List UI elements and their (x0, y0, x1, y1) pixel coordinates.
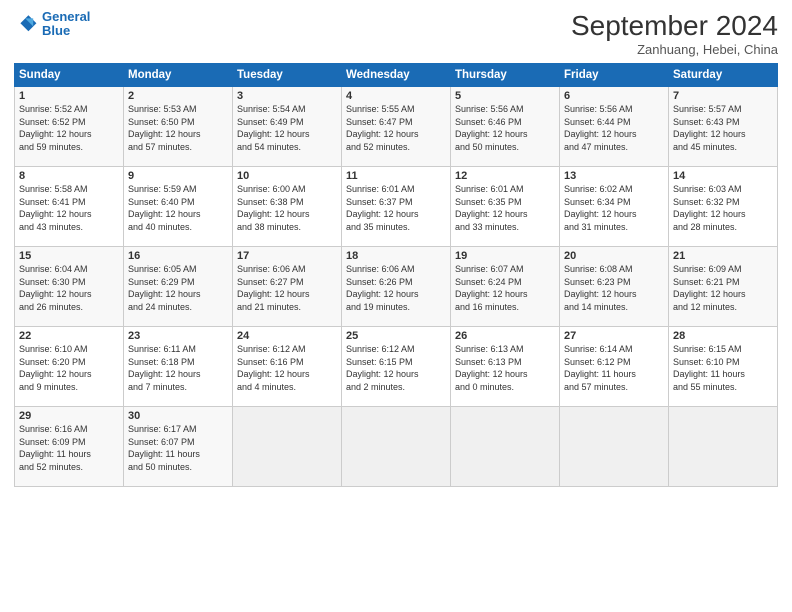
table-row: 9Sunrise: 5:59 AMSunset: 6:40 PMDaylight… (124, 167, 233, 247)
calendar-table: Sunday Monday Tuesday Wednesday Thursday… (14, 63, 778, 487)
table-row: 4Sunrise: 5:55 AMSunset: 6:47 PMDaylight… (342, 87, 451, 167)
header-row: Sunday Monday Tuesday Wednesday Thursday… (15, 64, 778, 87)
logo: General Blue (14, 10, 90, 39)
week-row: 8Sunrise: 5:58 AMSunset: 6:41 PMDaylight… (15, 167, 778, 247)
table-row: 3Sunrise: 5:54 AMSunset: 6:49 PMDaylight… (233, 87, 342, 167)
col-tuesday: Tuesday (233, 64, 342, 87)
table-row (233, 407, 342, 487)
table-row: 30Sunrise: 6:17 AMSunset: 6:07 PMDayligh… (124, 407, 233, 487)
calendar-container: General Blue September 2024 Zanhuang, He… (0, 0, 792, 612)
col-friday: Friday (560, 64, 669, 87)
location: Zanhuang, Hebei, China (571, 42, 778, 57)
table-row: 21Sunrise: 6:09 AMSunset: 6:21 PMDayligh… (669, 247, 778, 327)
table-row: 22Sunrise: 6:10 AMSunset: 6:20 PMDayligh… (15, 327, 124, 407)
col-thursday: Thursday (451, 64, 560, 87)
table-row (669, 407, 778, 487)
week-row: 15Sunrise: 6:04 AMSunset: 6:30 PMDayligh… (15, 247, 778, 327)
table-row: 7Sunrise: 5:57 AMSunset: 6:43 PMDaylight… (669, 87, 778, 167)
table-row: 10Sunrise: 6:00 AMSunset: 6:38 PMDayligh… (233, 167, 342, 247)
col-monday: Monday (124, 64, 233, 87)
week-row: 29Sunrise: 6:16 AMSunset: 6:09 PMDayligh… (15, 407, 778, 487)
table-row: 12Sunrise: 6:01 AMSunset: 6:35 PMDayligh… (451, 167, 560, 247)
table-row: 26Sunrise: 6:13 AMSunset: 6:13 PMDayligh… (451, 327, 560, 407)
table-row (560, 407, 669, 487)
table-row: 13Sunrise: 6:02 AMSunset: 6:34 PMDayligh… (560, 167, 669, 247)
table-row: 1Sunrise: 5:52 AMSunset: 6:52 PMDaylight… (15, 87, 124, 167)
table-row: 2Sunrise: 5:53 AMSunset: 6:50 PMDaylight… (124, 87, 233, 167)
table-row (342, 407, 451, 487)
week-row: 22Sunrise: 6:10 AMSunset: 6:20 PMDayligh… (15, 327, 778, 407)
table-row: 17Sunrise: 6:06 AMSunset: 6:27 PMDayligh… (233, 247, 342, 327)
table-row: 11Sunrise: 6:01 AMSunset: 6:37 PMDayligh… (342, 167, 451, 247)
table-row: 18Sunrise: 6:06 AMSunset: 6:26 PMDayligh… (342, 247, 451, 327)
logo-icon (14, 12, 38, 36)
table-row: 24Sunrise: 6:12 AMSunset: 6:16 PMDayligh… (233, 327, 342, 407)
logo-text: General Blue (42, 10, 90, 39)
col-saturday: Saturday (669, 64, 778, 87)
table-row: 16Sunrise: 6:05 AMSunset: 6:29 PMDayligh… (124, 247, 233, 327)
table-row (451, 407, 560, 487)
table-row: 15Sunrise: 6:04 AMSunset: 6:30 PMDayligh… (15, 247, 124, 327)
table-row: 27Sunrise: 6:14 AMSunset: 6:12 PMDayligh… (560, 327, 669, 407)
table-row: 14Sunrise: 6:03 AMSunset: 6:32 PMDayligh… (669, 167, 778, 247)
week-row: 1Sunrise: 5:52 AMSunset: 6:52 PMDaylight… (15, 87, 778, 167)
table-row: 6Sunrise: 5:56 AMSunset: 6:44 PMDaylight… (560, 87, 669, 167)
title-block: September 2024 Zanhuang, Hebei, China (571, 10, 778, 57)
table-row: 29Sunrise: 6:16 AMSunset: 6:09 PMDayligh… (15, 407, 124, 487)
table-row: 28Sunrise: 6:15 AMSunset: 6:10 PMDayligh… (669, 327, 778, 407)
table-row: 20Sunrise: 6:08 AMSunset: 6:23 PMDayligh… (560, 247, 669, 327)
table-row: 8Sunrise: 5:58 AMSunset: 6:41 PMDaylight… (15, 167, 124, 247)
col-wednesday: Wednesday (342, 64, 451, 87)
month-title: September 2024 (571, 10, 778, 42)
header: General Blue September 2024 Zanhuang, He… (14, 10, 778, 57)
table-row: 25Sunrise: 6:12 AMSunset: 6:15 PMDayligh… (342, 327, 451, 407)
table-row: 5Sunrise: 5:56 AMSunset: 6:46 PMDaylight… (451, 87, 560, 167)
table-row: 23Sunrise: 6:11 AMSunset: 6:18 PMDayligh… (124, 327, 233, 407)
col-sunday: Sunday (15, 64, 124, 87)
table-row: 19Sunrise: 6:07 AMSunset: 6:24 PMDayligh… (451, 247, 560, 327)
